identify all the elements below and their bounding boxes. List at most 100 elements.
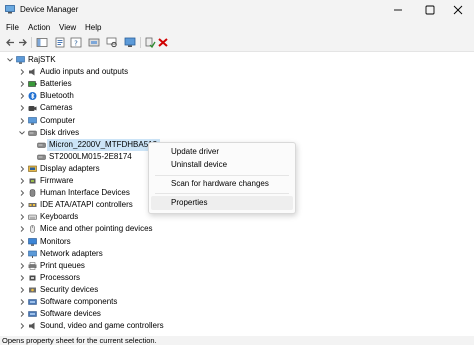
chevron-right-icon[interactable] [18,272,26,284]
minimize-button[interactable] [382,0,414,20]
title-bar: Device Manager [0,0,474,20]
properties-icon[interactable] [54,37,66,48]
tree-item-label: Keyboards [40,212,79,222]
menu-help[interactable]: Help [85,23,101,32]
menu-file[interactable]: File [6,23,19,32]
chevron-right-icon[interactable] [18,90,26,102]
keyboard-icon [28,214,37,221]
tree-item-label: Disk drives [40,127,80,137]
menu-view[interactable]: View [59,23,76,32]
mouse-icon [30,225,35,234]
forward-arrow-icon[interactable] [17,37,29,48]
chevron-right-icon[interactable] [18,163,26,175]
chevron-right-icon[interactable] [18,66,26,78]
tree-item-label: ST2000LM015-2E8174 [49,151,132,161]
camera-icon [28,106,37,112]
window-title: Device Manager [20,5,79,14]
uninstall-device-icon[interactable] [157,37,169,48]
tree-item-label: Audio inputs and outputs [40,67,129,77]
hid-icon [29,189,36,197]
menu-uninstall-device[interactable]: Uninstall device [151,158,293,172]
chevron-right-icon[interactable] [18,236,26,248]
context-menu: Update driver Uninstall device Scan for … [148,142,296,214]
chevron-down-icon[interactable] [18,127,26,139]
disk-icon [37,154,46,160]
monitor-properties-icon[interactable] [124,37,136,48]
security-icon [29,287,36,293]
menu-action[interactable]: Action [28,23,50,32]
tree-item-label: Network adapters [40,248,103,258]
menu-separator [155,175,289,176]
tree-item-label: IDE ATA/ATAPI controllers [40,200,133,210]
update-driver-label: Update driver [171,147,220,156]
chevron-right-icon[interactable] [18,199,26,211]
uninstall-device-label: Uninstall device [171,160,228,169]
component-icon [28,311,37,317]
chevron-right-icon[interactable] [18,211,26,223]
network-icon [28,250,37,258]
device-manager-icon [5,5,15,14]
tree-item-label: Cameras [40,103,73,113]
chevron-right-icon[interactable] [18,260,26,272]
tree-item-label: Mice and other pointing devices [40,224,153,234]
back-arrow-icon[interactable] [4,37,16,48]
tree-item-label: Bluetooth [40,91,74,101]
chip-icon [29,178,36,184]
bluetooth-icon [28,92,37,101]
chevron-right-icon[interactable] [18,175,26,187]
properties-label: Properties [171,198,208,207]
speaker-icon [29,322,35,330]
tree-item-label: Micron_2200V_MTFDHBA512 [47,138,161,151]
chevron-right-icon[interactable] [18,284,26,296]
show-hide-console-tree-icon[interactable] [36,37,48,48]
chevron-right-icon[interactable] [18,78,26,90]
minimize-icon [394,9,402,11]
menu-update-driver[interactable]: Update driver [151,145,293,159]
menu-separator [155,193,289,194]
tree-item-label: Software components [40,297,118,306]
close-icon [453,5,463,15]
help-icon[interactable]: ? [70,37,82,48]
tree-item-label: Human Interface Devices [40,188,130,198]
toolbar: ? [0,34,474,52]
tree-item-label: Print queues [40,260,85,270]
chevron-right-icon[interactable] [18,248,26,260]
status-bar: Opens property sheet for the current sel… [0,336,474,345]
monitor-icon [28,237,37,246]
disk-icon [37,142,46,148]
tree-item-label: Processors [40,272,81,282]
menu-scan-hardware[interactable]: Scan for hardware changes [151,177,293,191]
scan-hardware-label: Scan for hardware changes [171,179,269,188]
display-icon [28,165,37,172]
enable-device-icon[interactable] [144,37,156,48]
chevron-right-icon[interactable] [18,115,26,127]
computer-icon [28,116,37,125]
status-text: Opens property sheet for the current sel… [2,336,157,345]
tree-item-label: RajSTK [28,55,56,64]
battery-icon [28,81,37,87]
chevron-right-icon[interactable] [18,308,26,320]
close-button[interactable] [442,0,474,20]
scan-hardware-icon[interactable] [106,37,118,48]
chevron-right-icon[interactable] [18,320,26,332]
computer-icon [16,56,25,64]
processor-icon [29,275,36,281]
menu-properties[interactable]: Properties [151,196,293,210]
chevron-down-icon[interactable] [6,54,14,66]
chevron-right-icon[interactable] [18,102,26,114]
chevron-right-icon[interactable] [18,187,26,199]
tree-item-label: Batteries [40,79,72,89]
tree-item-label: Firmware [40,176,74,185]
menu-bar: File Action View Help [0,20,474,34]
chevron-right-icon[interactable] [18,223,26,235]
svg-text:?: ? [74,40,78,48]
tree-item-label: Software devices [40,309,101,319]
speaker-icon [29,68,35,76]
printer-icon [28,261,37,270]
chevron-right-icon[interactable] [18,296,26,308]
tree-item-label: Display adapters [40,163,100,173]
component-icon [28,299,37,305]
update-driver-icon[interactable] [88,37,100,48]
tree-item-label: Security devices [40,284,99,294]
disk-icon [28,130,37,136]
